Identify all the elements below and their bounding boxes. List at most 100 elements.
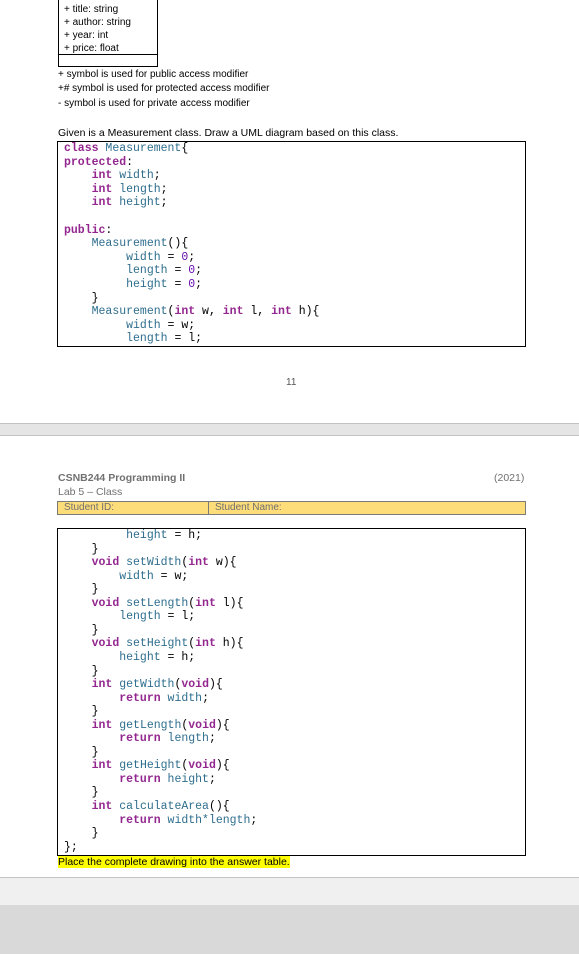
code-punctuation: = h; [167, 529, 203, 542]
code-identifier: width*length [167, 813, 251, 827]
note-private: - symbol is used for private access modi… [58, 98, 250, 109]
code-line: } [64, 665, 99, 678]
student-name-field[interactable]: Student Name: [209, 502, 282, 514]
code-punctuation: ; [250, 813, 258, 827]
code-punctuation [161, 692, 168, 705]
code-line: }; [64, 841, 78, 854]
code-line: width = w; [64, 570, 188, 583]
code-keyword: int [91, 800, 113, 813]
code-keyword: return [119, 813, 161, 827]
code-identifier: length [126, 264, 168, 278]
code-keyword: int [91, 759, 113, 773]
code-punctuation [64, 651, 119, 664]
code-punctuation: = [160, 250, 182, 264]
page-gap-bottom [0, 878, 579, 905]
code-keyword: void [188, 718, 216, 732]
code-line: protected: [64, 156, 133, 169]
code-punctuation: w, [195, 305, 223, 319]
code-line: int getWidth(void){ [64, 678, 223, 691]
code-line: height = h; [64, 651, 195, 664]
code-punctuation: ){ [215, 718, 230, 732]
code-punctuation [161, 814, 168, 827]
code-punctuation: } [64, 745, 99, 759]
header-lab-title: Lab 5 – Class [58, 486, 123, 498]
instruction-highlighted: Place the complete drawing into the answ… [58, 856, 290, 868]
code-punctuation: = [167, 264, 189, 278]
page-gap [0, 424, 579, 436]
code-punctuation [64, 800, 92, 813]
uml-class-box-partial: + id: int + title: string + author: stri… [58, 0, 158, 67]
note-protected: +# symbol is used for protected access m… [58, 83, 270, 94]
code-keyword: return [119, 691, 161, 705]
code-punctuation: ; [202, 691, 209, 705]
code-keyword: int [91, 169, 113, 183]
code-keyword: void [91, 637, 120, 651]
question-text: Given is a Measurement class. Draw a UML… [58, 127, 399, 139]
code-line: height = h; [64, 529, 202, 542]
code-identifier: setLength [126, 596, 189, 610]
code-punctuation: } [64, 542, 99, 556]
code-punctuation [64, 597, 92, 610]
code-punctuation: ; [195, 278, 203, 291]
code-line: length = 0; [64, 264, 202, 277]
code-line: } [64, 583, 99, 596]
code-punctuation: ; [208, 732, 216, 746]
code-block-part-1: class Measurement{protected: int width; … [57, 141, 526, 347]
code-punctuation: { [181, 142, 189, 155]
uml-attribute: + id: int [64, 0, 97, 3]
code-punctuation: } [64, 786, 99, 800]
code-punctuation: ; [208, 772, 216, 786]
code-line: length = l; [64, 610, 195, 623]
code-punctuation [64, 169, 92, 182]
uml-attribute: + author: string [64, 17, 131, 28]
student-info-bar: Student ID: Student Name: [57, 501, 526, 515]
code-punctuation: } [64, 705, 99, 719]
student-id-field[interactable]: Student ID: [58, 502, 209, 514]
code-line: int getLength(void){ [64, 719, 230, 732]
code-keyword: int [91, 718, 113, 732]
code-punctuation: }; [64, 840, 78, 854]
code-line: } [64, 827, 99, 840]
code-line: height = 0; [64, 278, 202, 291]
code-punctuation: ; [160, 182, 168, 196]
code-line: Measurement(){ [64, 237, 189, 251]
code-punctuation [64, 773, 119, 786]
code-punctuation: h){ [215, 637, 244, 651]
code-keyword: int [91, 678, 113, 692]
code-punctuation: ){ [208, 678, 223, 692]
code-line: public: [64, 224, 112, 237]
code-keyword: int [195, 637, 216, 651]
code-line: int height; [64, 196, 168, 209]
code-identifier: calculateArea [119, 800, 209, 813]
code-line: Measurement(int w, int l, int h){ [64, 305, 320, 319]
code-keyword: int [91, 196, 113, 210]
code-block-part-2: height = h; } void setWidth(int w){ widt… [57, 528, 526, 856]
code-punctuation: (){ [167, 237, 189, 251]
code-keyword: void [91, 556, 120, 570]
note-public: + symbol is used for public access modif… [58, 69, 249, 80]
code-punctuation [161, 773, 168, 786]
code-identifier: Measurement [91, 237, 168, 251]
code-line: int getHeight(void){ [64, 759, 230, 772]
code-identifier: width [119, 169, 154, 183]
code-punctuation [64, 814, 119, 827]
code-punctuation [64, 319, 126, 332]
code-punctuation [64, 251, 126, 264]
code-punctuation: } [64, 583, 99, 597]
document-page-11: + id: int + title: string + author: stri… [0, 0, 579, 424]
code-punctuation: = w; [160, 318, 196, 332]
code-punctuation [64, 570, 119, 583]
code-line: } [64, 705, 99, 718]
code-identifier: width [167, 691, 203, 705]
code-identifier: height [126, 529, 168, 542]
code-identifier: Measurement [91, 305, 168, 319]
code-keyword: void [91, 596, 120, 610]
code-identifier: setHeight [126, 637, 189, 651]
code-punctuation: : [126, 155, 134, 169]
code-punctuation: l, [243, 305, 272, 319]
uml-attribute: + price: float [64, 43, 119, 54]
code-line: width = w; [64, 319, 195, 332]
code-punctuation: : [105, 223, 113, 237]
code-keyword: int [91, 182, 113, 196]
uml-attribute: + year: int [64, 30, 109, 41]
